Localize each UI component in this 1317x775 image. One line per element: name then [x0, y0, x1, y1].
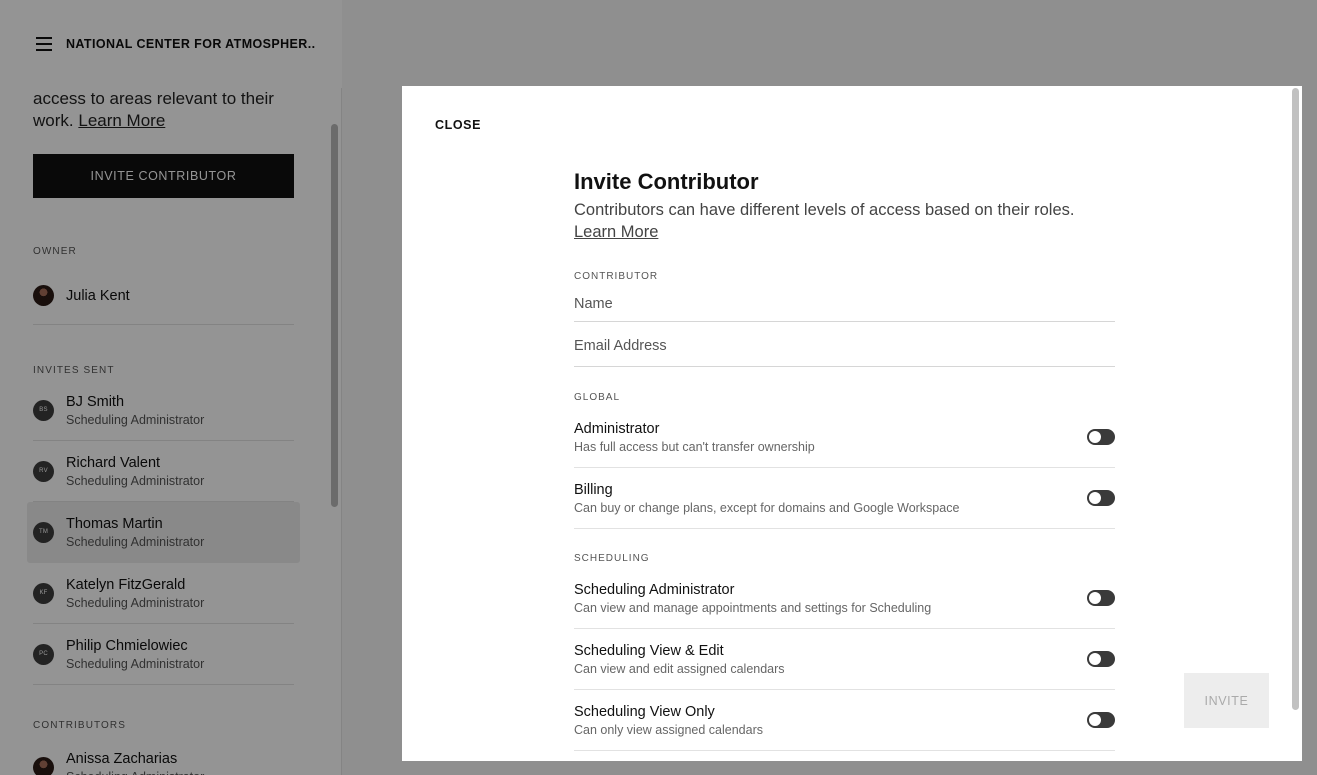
- toggle-knob: [1089, 431, 1101, 443]
- permission-title: Billing: [574, 481, 613, 498]
- name-field-row: [574, 282, 1115, 322]
- invite-contributor-dialog: CLOSE Invite Contributor Contributors ca…: [402, 86, 1302, 761]
- email-field-row: [574, 322, 1115, 367]
- scheduling-administrator-toggle[interactable]: [1087, 590, 1115, 606]
- permission-description: Can view and manage appointments and set…: [574, 600, 932, 615]
- global-section-label: GLOBAL: [574, 392, 621, 403]
- dialog-title: Invite Contributor: [574, 169, 759, 194]
- learn-more-link[interactable]: Learn More: [574, 221, 658, 243]
- administrator-toggle[interactable]: [1087, 429, 1115, 445]
- toggle-knob: [1089, 492, 1101, 504]
- permission-row-scheduling-view-only: Scheduling View Only Can only view assign…: [574, 690, 1115, 751]
- toggle-knob: [1089, 592, 1101, 604]
- permission-title: Scheduling Administrator: [574, 581, 735, 598]
- scheduling-section-label: SCHEDULING: [574, 553, 650, 564]
- permission-description: Can buy or change plans, except for doma…: [574, 500, 960, 515]
- permission-row-billing: Billing Can buy or change plans, except f…: [574, 468, 1115, 529]
- permission-row-scheduling-administrator: Scheduling Administrator Can view and man…: [574, 568, 1115, 629]
- permission-title: Administrator: [574, 420, 660, 437]
- name-input[interactable]: [574, 291, 1115, 312]
- dialog-content: Invite Contributor Contributors can have…: [574, 168, 1115, 751]
- billing-toggle[interactable]: [1087, 490, 1115, 506]
- scheduling-view-edit-toggle[interactable]: [1087, 651, 1115, 667]
- permission-title: Scheduling View & Edit: [574, 642, 724, 659]
- dialog-scrollbar[interactable]: [1292, 88, 1299, 710]
- permission-row-scheduling-view-edit: Scheduling View & Edit Can view and edit …: [574, 629, 1115, 690]
- contributor-section-label: CONTRIBUTOR: [574, 271, 659, 282]
- toggle-knob: [1089, 714, 1101, 726]
- permission-row-administrator: Administrator Has full access but can't t…: [574, 407, 1115, 468]
- permission-description: Can view and edit assigned calendars: [574, 661, 785, 676]
- toggle-knob: [1089, 653, 1101, 665]
- close-button[interactable]: CLOSE: [435, 118, 481, 132]
- email-input[interactable]: [574, 334, 1115, 354]
- permission-title: Scheduling View Only: [574, 703, 715, 720]
- permission-description: Has full access but can't transfer owner…: [574, 439, 815, 454]
- dialog-subtitle: Contributors can have different levels o…: [574, 201, 1075, 243]
- scheduling-view-only-toggle[interactable]: [1087, 712, 1115, 728]
- permission-description: Can only view assigned calendars: [574, 722, 763, 737]
- invite-submit-button[interactable]: INVITE: [1184, 673, 1269, 728]
